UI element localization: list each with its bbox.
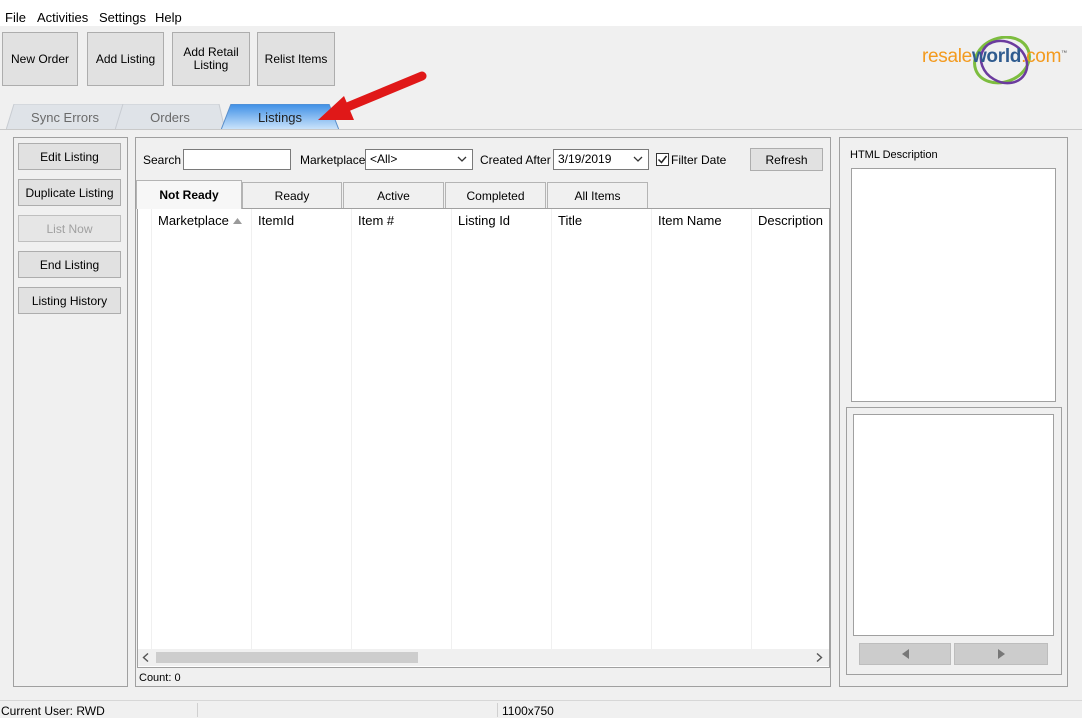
subtab-active[interactable]: Active [343, 182, 444, 208]
grid-column-divider [651, 209, 652, 649]
tab-orders[interactable]: Orders [115, 104, 225, 130]
grid-column-divider [251, 209, 252, 649]
image-preview-box [853, 414, 1054, 636]
end-listing-button[interactable]: End Listing [18, 251, 121, 278]
triangle-right-icon [997, 649, 1005, 659]
grid-column-divider [351, 209, 352, 649]
red-arrow-icon [318, 71, 427, 120]
grid-column-divider [551, 209, 552, 649]
triangle-left-icon [901, 649, 909, 659]
logo-com: .com [1021, 46, 1062, 67]
tab-divider [0, 129, 1082, 130]
marketplace-value: <All> [370, 152, 398, 166]
search-input[interactable] [183, 149, 291, 170]
column-header-item-number[interactable]: Item # [358, 213, 394, 228]
listing-history-button[interactable]: Listing History [18, 287, 121, 314]
column-header-description[interactable]: Description [758, 213, 823, 228]
checkmark-icon [657, 155, 668, 164]
list-now-button[interactable]: List Now [18, 215, 121, 242]
status-separator [497, 703, 498, 717]
add-listing-button[interactable]: Add Listing [87, 32, 164, 86]
scroll-left-icon[interactable] [142, 653, 150, 662]
count-label: Count: 0 [139, 672, 181, 684]
subtab-ready[interactable]: Ready [242, 182, 342, 208]
status-bar: Current User: RWD 1100x750 [0, 700, 1082, 718]
created-after-value: 3/19/2019 [558, 152, 612, 166]
chevron-down-icon [633, 156, 643, 162]
logo-tm: ™ [1061, 50, 1067, 57]
menu-activities[interactable]: Activities [37, 10, 88, 26]
logo-resale: resale [922, 46, 972, 67]
chevron-down-icon [457, 156, 467, 162]
tab-listings-label: Listings [257, 109, 303, 125]
created-after-label: Created After [480, 153, 551, 167]
window-size-status: 1100x750 [502, 704, 554, 718]
grid-column-divider [751, 209, 752, 649]
grid-column-divider [151, 209, 152, 649]
column-header-title[interactable]: Title [558, 213, 582, 228]
refresh-button[interactable]: Refresh [750, 148, 823, 171]
subtab-not-ready[interactable]: Not Ready [136, 180, 242, 209]
grid-column-divider [451, 209, 452, 649]
html-description-label: HTML Description [850, 149, 938, 161]
subtab-completed[interactable]: Completed [445, 182, 546, 208]
scrollbar-thumb[interactable] [156, 652, 418, 663]
edit-listing-button[interactable]: Edit Listing [18, 143, 121, 170]
menu-file[interactable]: File [5, 10, 26, 26]
column-header-item-name[interactable]: Item Name [658, 213, 722, 228]
column-header-marketplace[interactable]: Marketplace [158, 213, 229, 228]
tab-sync-errors[interactable]: Sync Errors [6, 104, 124, 130]
resaleworld-logo: resaleworld.com™ [922, 36, 1077, 88]
toolbar: New Order Add Listing Add Retail Listing… [0, 26, 1082, 92]
html-description-box[interactable] [851, 168, 1056, 402]
current-user-status: Current User: RWD [1, 704, 105, 718]
filter-date-checkbox[interactable] [656, 153, 669, 166]
created-after-date-picker[interactable]: 3/19/2019 [553, 149, 649, 170]
sort-ascending-icon [233, 218, 242, 224]
next-image-button[interactable] [954, 643, 1048, 665]
menu-bar: File Activities Settings Help [0, 0, 1082, 26]
add-retail-listing-button[interactable]: Add Retail Listing [172, 32, 250, 86]
scroll-right-icon[interactable] [815, 653, 823, 662]
duplicate-listing-button[interactable]: Duplicate Listing [18, 179, 121, 206]
horizontal-scrollbar[interactable] [138, 649, 829, 666]
status-separator [197, 703, 198, 717]
column-header-listing-id[interactable]: Listing Id [458, 213, 510, 228]
tab-orders-label: Orders [150, 109, 190, 125]
menu-settings[interactable]: Settings [99, 10, 146, 26]
subtab-all-items[interactable]: All Items [547, 182, 648, 208]
filter-date-label: Filter Date [671, 153, 727, 167]
menu-help[interactable]: Help [155, 10, 182, 26]
listings-grid[interactable]: Marketplace ItemId Item # Listing Id Tit… [137, 208, 830, 668]
logo-world: world [971, 46, 1022, 67]
search-label: Search [143, 153, 182, 167]
column-header-itemid[interactable]: ItemId [258, 213, 294, 228]
tab-sync-errors-label: Sync Errors [31, 109, 99, 125]
previous-image-button[interactable] [859, 643, 951, 665]
new-order-button[interactable]: New Order [2, 32, 78, 86]
marketplace-select[interactable]: <All> [365, 149, 473, 170]
marketplace-label: Marketplace [300, 153, 366, 167]
